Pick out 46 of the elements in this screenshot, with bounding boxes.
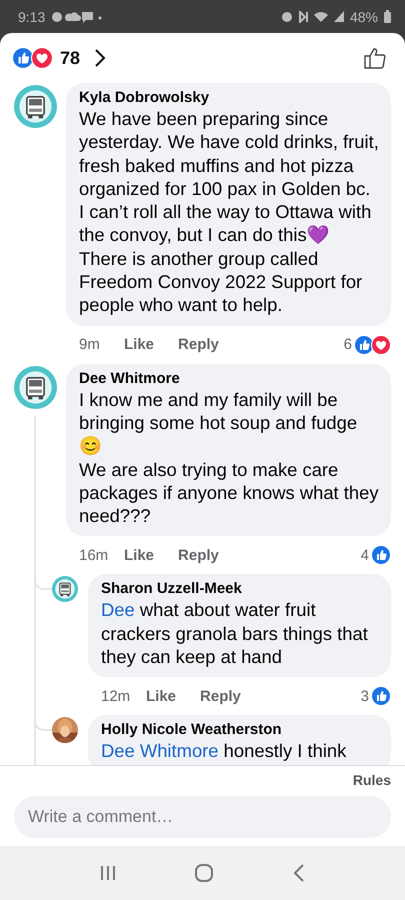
- like-reaction-icon: [12, 47, 34, 69]
- heart-reaction-icon: [31, 47, 53, 69]
- comment-field[interactable]: Write a comment…: [14, 796, 391, 838]
- status-time: 9:13: [18, 8, 46, 24]
- comment-text: Dee Whitmore honestly I think: [101, 739, 348, 763]
- comment-time: 12m: [101, 688, 132, 705]
- like-reaction-icon: [371, 545, 391, 566]
- home-icon[interactable]: [194, 863, 214, 883]
- comment-time: 9m: [79, 336, 101, 354]
- back-icon[interactable]: [292, 863, 306, 883]
- reply-link[interactable]: Reply: [178, 336, 219, 354]
- signal-icon: [334, 11, 344, 22]
- comment-author[interactable]: Sharon Uzzell-Meek: [101, 580, 379, 598]
- reaction-count: 4: [360, 546, 369, 564]
- wifi-icon: [314, 11, 328, 22]
- comment-author[interactable]: Kyla Dobrowolsky: [79, 89, 379, 106]
- reaction-total[interactable]: 78: [60, 48, 80, 68]
- rules-link[interactable]: Rules: [352, 772, 391, 788]
- comment-text: Dee what about water fruit crackers granola bars things that they can keep at hand: [101, 598, 369, 668]
- avatar-truck-logo[interactable]: [14, 366, 57, 409]
- battery-level: 48%: [350, 8, 378, 24]
- reply-link[interactable]: Reply: [200, 688, 241, 705]
- comment-text: We have been preparing since yesterday. We have cold drinks, fruit, fresh baked muffins and hot pizza organized for 100 pax in Golden bc. I can’t roll all the way to Ottawa with the convoy, but I can do this💜 There is another group called Freedom Convoy 2022 Support for people who want to help.: [79, 107, 379, 317]
- like-link[interactable]: Like: [146, 688, 176, 705]
- avatar-truck-logo[interactable]: [14, 85, 57, 128]
- like-link[interactable]: Like: [124, 546, 154, 564]
- reaction-count: 6: [344, 336, 352, 354]
- comment-author[interactable]: Dee Whitmore: [79, 370, 379, 387]
- mention-link[interactable]: Dee: [101, 599, 135, 620]
- notification-icons: [51, 10, 104, 24]
- heart-reaction-icon: [371, 334, 391, 355]
- comment-author[interactable]: Holly Nicole Weatherston: [101, 721, 379, 738]
- recent-apps-icon[interactable]: [98, 864, 117, 882]
- like-link[interactable]: Like: [124, 336, 154, 354]
- mute-icon: [298, 10, 308, 22]
- battery-icon: [384, 10, 391, 23]
- comment-text: I know me and my family will be bringing some hot soup and fudge 😊 We are also trying to make care packages if anyone knows what they need???: [79, 388, 379, 528]
- like-reaction-icon: [371, 686, 391, 706]
- avatar-truck-logo[interactable]: [52, 576, 78, 602]
- comment-time: 16m: [79, 546, 110, 564]
- alarm-icon: [280, 10, 293, 22]
- chevron-right-icon[interactable]: [94, 48, 106, 68]
- reaction-count: 3: [360, 688, 369, 705]
- reply-link[interactable]: Reply: [178, 546, 219, 564]
- thumbs-up-icon[interactable]: [363, 46, 387, 70]
- mention-link[interactable]: Dee Whitmore: [101, 740, 219, 762]
